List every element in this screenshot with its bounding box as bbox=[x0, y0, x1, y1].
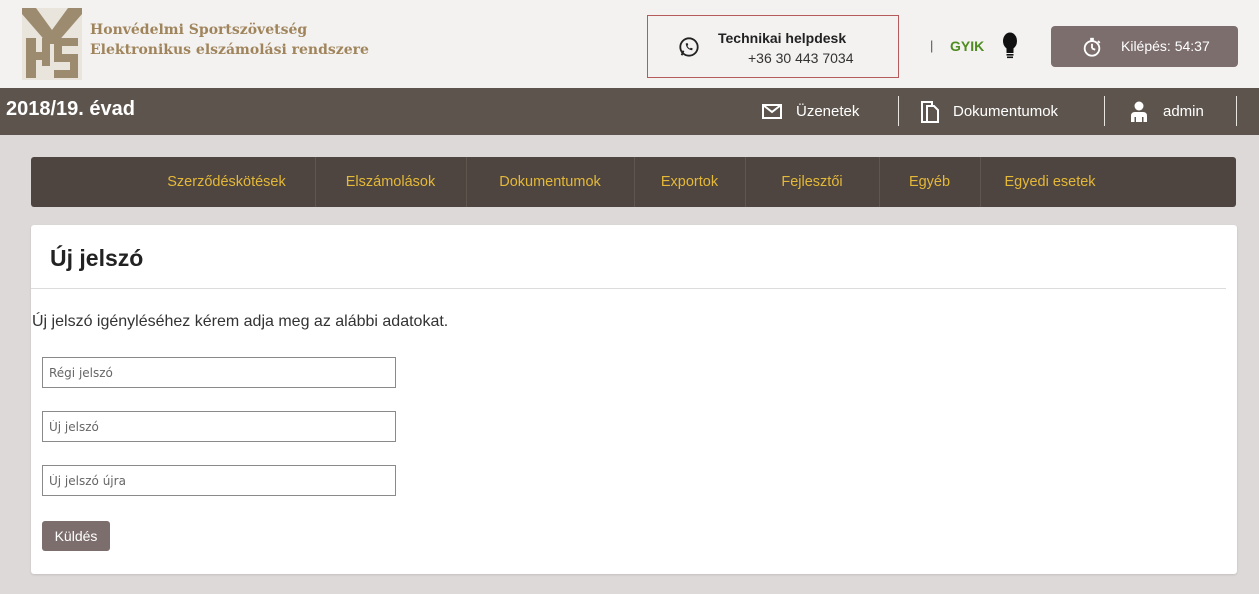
logout-label: Kilépés: 54:37 bbox=[1121, 38, 1210, 54]
messages-label: Üzenetek bbox=[796, 103, 860, 120]
new-password-field[interactable] bbox=[42, 411, 396, 442]
season-bar-divider bbox=[1236, 96, 1237, 126]
helpdesk-phone: +36 30 443 7034 bbox=[748, 50, 854, 66]
helpdesk-box[interactable]: Technikai helpdesk +36 30 443 7034 bbox=[647, 15, 899, 78]
season-bar: 2018/19. évad Üzenetek Dokumentumok admi… bbox=[0, 88, 1259, 135]
send-button[interactable]: Küldés bbox=[42, 521, 110, 551]
intro-text: Új jelszó igényléséhez kérem adja meg az… bbox=[32, 313, 449, 330]
gyik-link[interactable]: GYIK bbox=[950, 38, 984, 54]
season-title: 2018/19. évad bbox=[6, 98, 135, 120]
new-password-panel: Új jelszó Új jelszó igényléséhez kérem a… bbox=[31, 225, 1237, 574]
nav-item-szerzodeskotesek[interactable]: Szerződéskötések bbox=[138, 157, 315, 207]
documents-icon bbox=[921, 100, 939, 123]
title-divider bbox=[31, 288, 1226, 289]
user-label: admin bbox=[1163, 103, 1204, 120]
lightbulb-icon bbox=[1003, 32, 1017, 59]
nav-item-elszamolasok[interactable]: Elszámolások bbox=[315, 157, 466, 207]
user-menu[interactable]: admin bbox=[1129, 88, 1204, 135]
new-password-again-field[interactable] bbox=[42, 465, 396, 496]
logout-button[interactable]: Kilépés: 54:37 bbox=[1051, 26, 1238, 67]
old-password-field[interactable] bbox=[42, 357, 396, 388]
messages-link[interactable]: Üzenetek bbox=[762, 88, 859, 135]
page-title: Új jelszó bbox=[50, 245, 144, 271]
whatsapp-phone-icon bbox=[679, 37, 699, 57]
org-name: Honvédelmi Sportszövetség Elektronikus e… bbox=[90, 20, 369, 60]
top-header: Honvédelmi Sportszövetség Elektronikus e… bbox=[0, 0, 1259, 88]
org-name-line1: Honvédelmi Sportszövetség bbox=[90, 22, 308, 38]
season-bar-divider bbox=[898, 96, 899, 126]
nav-item-exportok[interactable]: Exportok bbox=[634, 157, 745, 207]
documents-label: Dokumentumok bbox=[953, 103, 1059, 120]
user-icon bbox=[1131, 101, 1147, 122]
stopwatch-icon bbox=[1083, 37, 1101, 57]
header-separator: | bbox=[930, 38, 934, 53]
documents-link[interactable]: Dokumentumok bbox=[921, 88, 1058, 135]
envelope-icon bbox=[762, 104, 782, 119]
nav-item-egyeb[interactable]: Egyéb bbox=[879, 157, 980, 207]
org-name-line2: Elektronikus elszámolási rendszere bbox=[90, 42, 369, 58]
season-bar-divider bbox=[1104, 96, 1105, 126]
main-nav: Szerződéskötések Elszámolások Dokumentum… bbox=[31, 157, 1236, 207]
nav-item-egyedi-esetek[interactable]: Egyedi esetek bbox=[980, 157, 1120, 207]
hs-logo-icon bbox=[22, 8, 82, 80]
helpdesk-title: Technikai helpdesk bbox=[718, 30, 847, 46]
nav-item-dokumentumok[interactable]: Dokumentumok bbox=[466, 157, 634, 207]
nav-item-fejlesztoi[interactable]: Fejlesztői bbox=[745, 157, 879, 207]
